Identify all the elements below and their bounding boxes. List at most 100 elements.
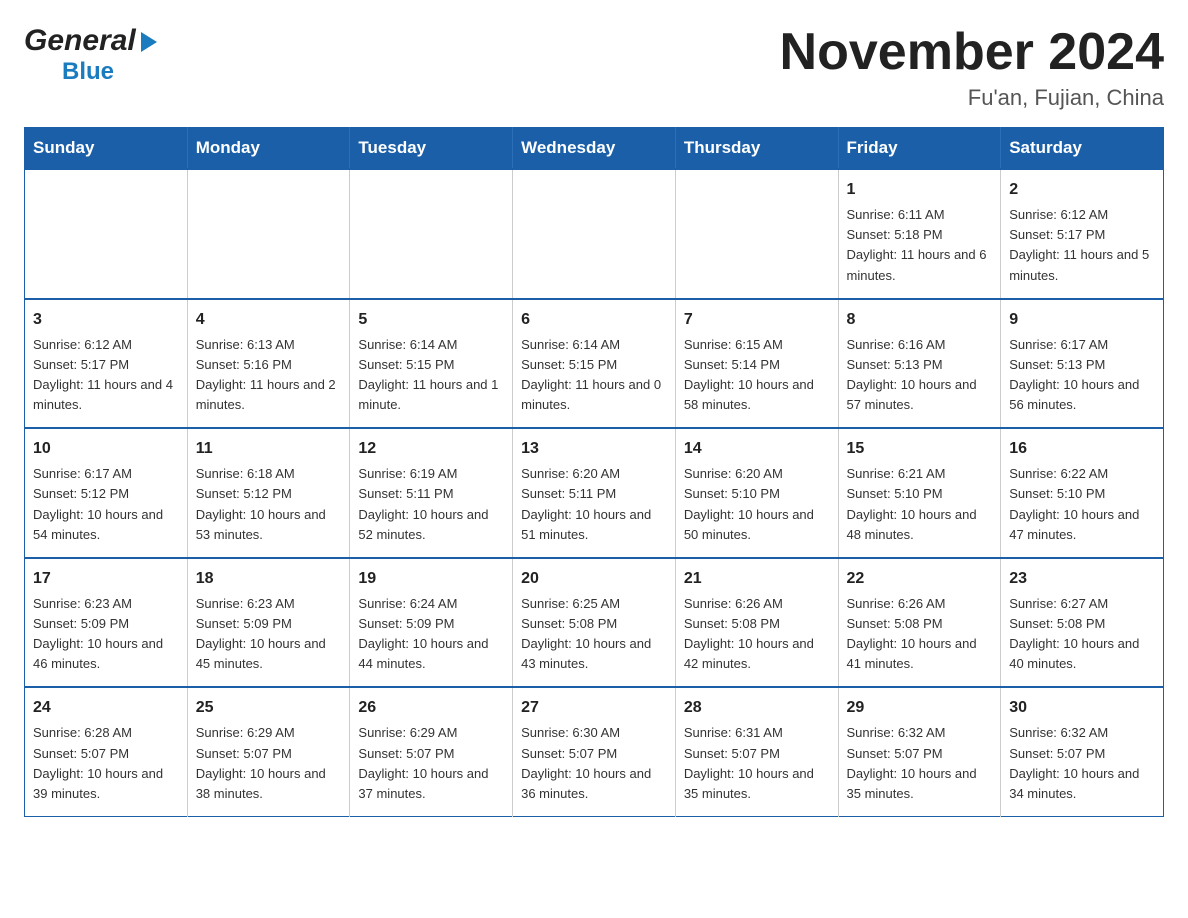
- calendar-cell: 14Sunrise: 6:20 AM Sunset: 5:10 PM Dayli…: [675, 428, 838, 558]
- calendar-cell: 20 Sunrise: 6:25 AM Sunset: 5:08 PM Dayli…: [513, 558, 676, 688]
- calendar-header: SundayMondayTuesdayWednesdayThursdayFrid…: [25, 128, 1164, 170]
- calendar-cell: 29 Sunrise: 6:32 AM Sunset: 5:07 PM Dayli…: [838, 687, 1001, 816]
- calendar-cell: 25 Sunrise: 6:29 AM Sunset: 5:07 PM Dayli…: [187, 687, 350, 816]
- header-cell-saturday: Saturday: [1001, 128, 1164, 170]
- day-info: Sunrise: 6:23 AM Sunset: 5:09 PM Dayligh…: [33, 594, 179, 675]
- calendar-week-row: 1Sunrise: 6:11 AM Sunset: 5:18 PM Daylig…: [25, 169, 1164, 299]
- logo-general-text: General: [24, 24, 136, 58]
- calendar-cell: 27 Sunrise: 6:30 AM Sunset: 5:07 PM Dayli…: [513, 687, 676, 816]
- logo-blue-text: Blue: [62, 58, 114, 85]
- day-info: Sunrise: 6:12 AM Sunset: 5:17 PM Dayligh…: [1009, 205, 1155, 286]
- day-number: 18: [196, 567, 342, 591]
- day-info: Sunrise: 6:26 AM Sunset: 5:08 PM Dayligh…: [847, 594, 993, 675]
- calendar-body: 1Sunrise: 6:11 AM Sunset: 5:18 PM Daylig…: [25, 169, 1164, 816]
- calendar-cell: 18Sunrise: 6:23 AM Sunset: 5:09 PM Dayli…: [187, 558, 350, 688]
- day-number: 27: [521, 696, 667, 720]
- day-number: 24: [33, 696, 179, 720]
- day-info: Sunrise: 6:18 AM Sunset: 5:12 PM Dayligh…: [196, 464, 342, 545]
- day-info: Sunrise: 6:15 AM Sunset: 5:14 PM Dayligh…: [684, 335, 830, 416]
- day-number: 9: [1009, 308, 1155, 332]
- calendar-cell: 9 Sunrise: 6:17 AM Sunset: 5:13 PM Daylig…: [1001, 299, 1164, 429]
- day-info: Sunrise: 6:28 AM Sunset: 5:07 PM Dayligh…: [33, 723, 179, 804]
- day-info: Sunrise: 6:16 AM Sunset: 5:13 PM Dayligh…: [847, 335, 993, 416]
- day-info: Sunrise: 6:22 AM Sunset: 5:10 PM Dayligh…: [1009, 464, 1155, 545]
- calendar-cell: [25, 169, 188, 299]
- day-number: 7: [684, 308, 830, 332]
- calendar-week-row: 24 Sunrise: 6:28 AM Sunset: 5:07 PM Dayli…: [25, 687, 1164, 816]
- day-info: Sunrise: 6:26 AM Sunset: 5:08 PM Dayligh…: [684, 594, 830, 675]
- day-number: 21: [684, 567, 830, 591]
- calendar-cell: 6Sunrise: 6:14 AM Sunset: 5:15 PM Daylig…: [513, 299, 676, 429]
- day-number: 19: [358, 567, 504, 591]
- calendar-cell: 8 Sunrise: 6:16 AM Sunset: 5:13 PM Daylig…: [838, 299, 1001, 429]
- day-info: Sunrise: 6:21 AM Sunset: 5:10 PM Dayligh…: [847, 464, 993, 545]
- calendar-cell: 30Sunrise: 6:32 AM Sunset: 5:07 PM Dayli…: [1001, 687, 1164, 816]
- day-number: 13: [521, 437, 667, 461]
- header-cell-monday: Monday: [187, 128, 350, 170]
- calendar-cell: 23 Sunrise: 6:27 AM Sunset: 5:08 PM Dayli…: [1001, 558, 1164, 688]
- calendar-cell: 4 Sunrise: 6:13 AM Sunset: 5:16 PM Daylig…: [187, 299, 350, 429]
- calendar-cell: [513, 169, 676, 299]
- day-info: Sunrise: 6:14 AM Sunset: 5:15 PM Dayligh…: [358, 335, 504, 416]
- calendar-cell: 7 Sunrise: 6:15 AM Sunset: 5:14 PM Daylig…: [675, 299, 838, 429]
- day-info: Sunrise: 6:25 AM Sunset: 5:08 PM Dayligh…: [521, 594, 667, 675]
- calendar-cell: 11Sunrise: 6:18 AM Sunset: 5:12 PM Dayli…: [187, 428, 350, 558]
- day-info: Sunrise: 6:13 AM Sunset: 5:16 PM Dayligh…: [196, 335, 342, 416]
- calendar-cell: 2 Sunrise: 6:12 AM Sunset: 5:17 PM Daylig…: [1001, 169, 1164, 299]
- calendar-cell: 1Sunrise: 6:11 AM Sunset: 5:18 PM Daylig…: [838, 169, 1001, 299]
- day-info: Sunrise: 6:17 AM Sunset: 5:12 PM Dayligh…: [33, 464, 179, 545]
- day-number: 15: [847, 437, 993, 461]
- day-info: Sunrise: 6:30 AM Sunset: 5:07 PM Dayligh…: [521, 723, 667, 804]
- day-info: Sunrise: 6:17 AM Sunset: 5:13 PM Dayligh…: [1009, 335, 1155, 416]
- logo-triangle-icon: [141, 32, 157, 52]
- calendar-header-row: SundayMondayTuesdayWednesdayThursdayFrid…: [25, 128, 1164, 170]
- calendar-cell: [675, 169, 838, 299]
- day-number: 1: [847, 178, 993, 202]
- page-header: General Blue November 2024 Fu'an, Fujian…: [24, 24, 1164, 111]
- calendar-cell: 28Sunrise: 6:31 AM Sunset: 5:07 PM Dayli…: [675, 687, 838, 816]
- calendar-week-row: 3Sunrise: 6:12 AM Sunset: 5:17 PM Daylig…: [25, 299, 1164, 429]
- calendar-cell: 22 Sunrise: 6:26 AM Sunset: 5:08 PM Dayli…: [838, 558, 1001, 688]
- day-info: Sunrise: 6:27 AM Sunset: 5:08 PM Dayligh…: [1009, 594, 1155, 675]
- calendar-table: SundayMondayTuesdayWednesdayThursdayFrid…: [24, 127, 1164, 817]
- day-info: Sunrise: 6:31 AM Sunset: 5:07 PM Dayligh…: [684, 723, 830, 804]
- day-number: 2: [1009, 178, 1155, 202]
- title-block: November 2024 Fu'an, Fujian, China: [780, 24, 1164, 111]
- calendar-cell: 10 Sunrise: 6:17 AM Sunset: 5:12 PM Dayli…: [25, 428, 188, 558]
- day-number: 29: [847, 696, 993, 720]
- day-info: Sunrise: 6:14 AM Sunset: 5:15 PM Dayligh…: [521, 335, 667, 416]
- calendar-cell: 13 Sunrise: 6:20 AM Sunset: 5:11 PM Dayli…: [513, 428, 676, 558]
- day-number: 25: [196, 696, 342, 720]
- day-number: 23: [1009, 567, 1155, 591]
- day-info: Sunrise: 6:20 AM Sunset: 5:11 PM Dayligh…: [521, 464, 667, 545]
- day-number: 26: [358, 696, 504, 720]
- calendar-cell: [187, 169, 350, 299]
- day-info: Sunrise: 6:29 AM Sunset: 5:07 PM Dayligh…: [358, 723, 504, 804]
- day-info: Sunrise: 6:32 AM Sunset: 5:07 PM Dayligh…: [847, 723, 993, 804]
- calendar-title: November 2024: [780, 24, 1164, 81]
- calendar-cell: 3Sunrise: 6:12 AM Sunset: 5:17 PM Daylig…: [25, 299, 188, 429]
- day-number: 14: [684, 437, 830, 461]
- header-cell-thursday: Thursday: [675, 128, 838, 170]
- logo: General Blue: [24, 24, 157, 86]
- day-number: 10: [33, 437, 179, 461]
- day-number: 20: [521, 567, 667, 591]
- calendar-cell: 21 Sunrise: 6:26 AM Sunset: 5:08 PM Dayli…: [675, 558, 838, 688]
- calendar-cell: 16 Sunrise: 6:22 AM Sunset: 5:10 PM Dayli…: [1001, 428, 1164, 558]
- calendar-subtitle: Fu'an, Fujian, China: [780, 85, 1164, 111]
- calendar-cell: 26 Sunrise: 6:29 AM Sunset: 5:07 PM Dayli…: [350, 687, 513, 816]
- day-number: 4: [196, 308, 342, 332]
- day-number: 22: [847, 567, 993, 591]
- day-number: 8: [847, 308, 993, 332]
- day-number: 5: [358, 308, 504, 332]
- header-cell-sunday: Sunday: [25, 128, 188, 170]
- calendar-cell: 19Sunrise: 6:24 AM Sunset: 5:09 PM Dayli…: [350, 558, 513, 688]
- calendar-cell: 17Sunrise: 6:23 AM Sunset: 5:09 PM Dayli…: [25, 558, 188, 688]
- day-info: Sunrise: 6:29 AM Sunset: 5:07 PM Dayligh…: [196, 723, 342, 804]
- calendar-week-row: 10 Sunrise: 6:17 AM Sunset: 5:12 PM Dayli…: [25, 428, 1164, 558]
- header-cell-friday: Friday: [838, 128, 1001, 170]
- day-info: Sunrise: 6:32 AM Sunset: 5:07 PM Dayligh…: [1009, 723, 1155, 804]
- header-cell-tuesday: Tuesday: [350, 128, 513, 170]
- day-info: Sunrise: 6:12 AM Sunset: 5:17 PM Dayligh…: [33, 335, 179, 416]
- day-number: 16: [1009, 437, 1155, 461]
